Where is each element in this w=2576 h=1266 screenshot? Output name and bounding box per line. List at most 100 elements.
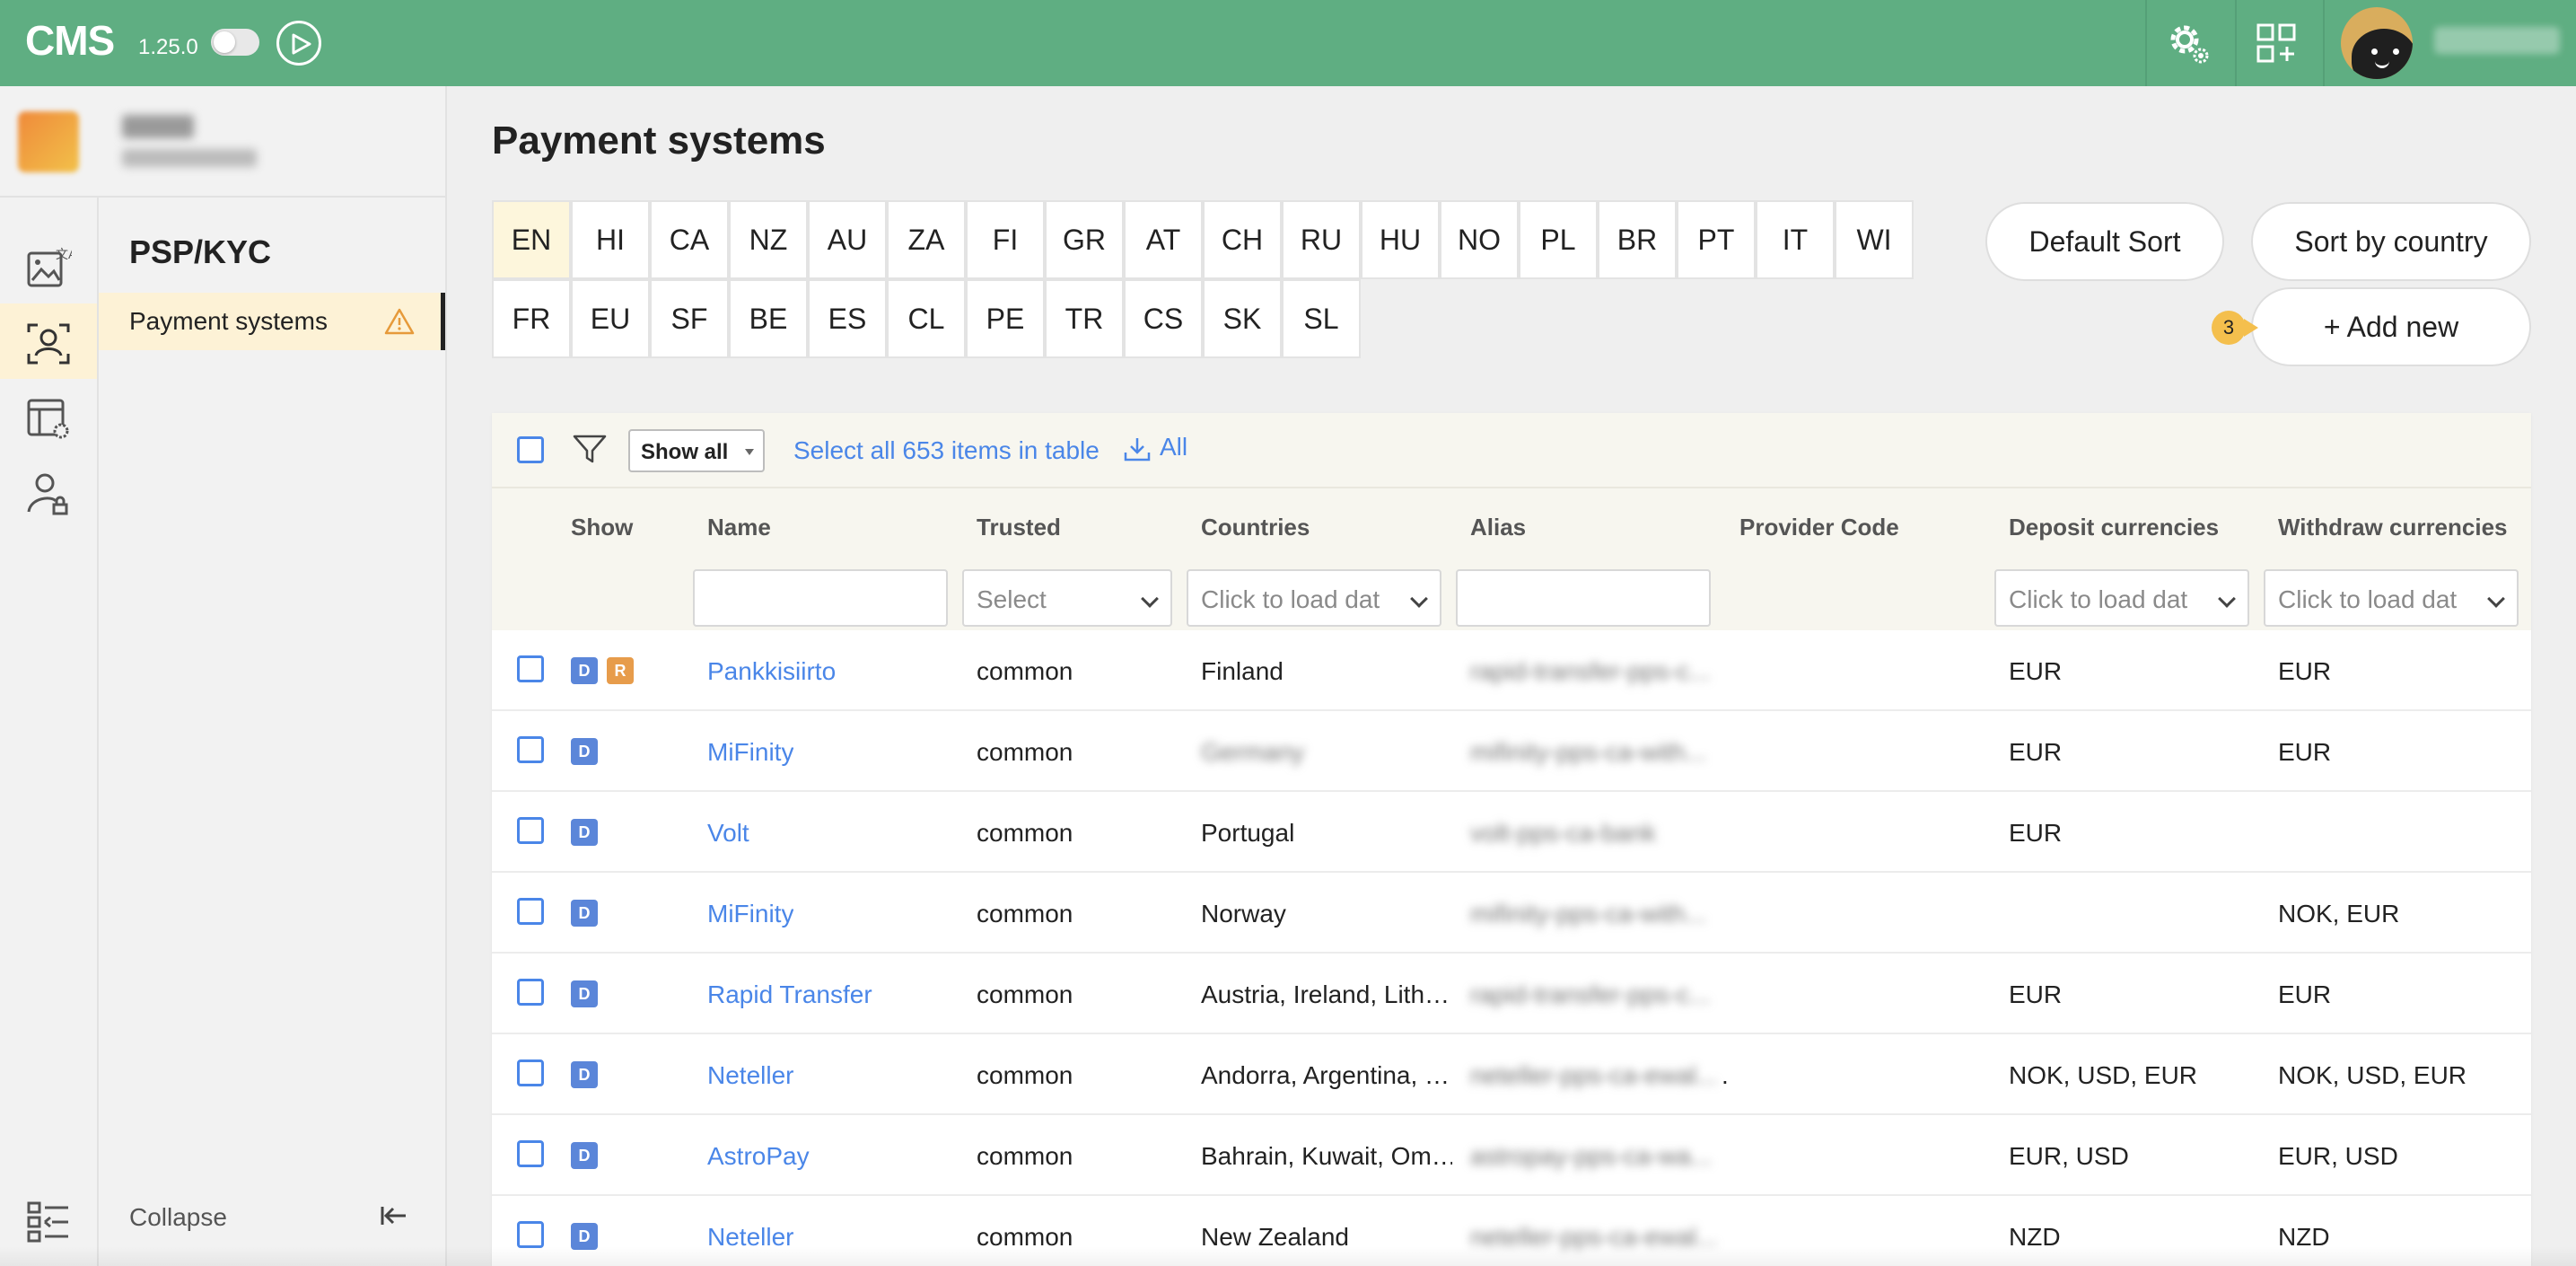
table-row[interactable]: D Rapid Transfer common Austria, Ireland, L… <box>492 954 2531 1034</box>
play-button[interactable] <box>276 21 321 66</box>
project-switcher[interactable] <box>0 86 447 198</box>
app-logo[interactable]: CMS <box>25 16 115 65</box>
language-tab-at[interactable]: AT <box>1124 200 1203 279</box>
column-header-provider-code[interactable]: Provider Code <box>1739 514 1899 541</box>
cell-name[interactable]: MiFinity <box>707 738 793 767</box>
cell-name[interactable]: Volt <box>707 819 749 848</box>
row-checkbox[interactable] <box>517 817 544 844</box>
language-tab-hu[interactable]: HU <box>1361 200 1440 279</box>
alias-filter-input[interactable] <box>1456 569 1711 627</box>
nav-item-payment-systems[interactable]: Payment systems <box>99 293 445 350</box>
column-header-show[interactable]: Show <box>571 514 633 541</box>
add-new-button[interactable]: + Add new <box>2251 287 2531 366</box>
rail-item-psp-kyc[interactable] <box>0 303 97 379</box>
language-tab-nz[interactable]: NZ <box>729 200 808 279</box>
table-row[interactable]: D Neteller common Andorra, Argentina, … nete… <box>492 1034 2531 1115</box>
row-checkbox[interactable] <box>517 655 544 682</box>
language-tab-gr[interactable]: GR <box>1045 200 1124 279</box>
cell-trusted: common <box>977 1142 1073 1170</box>
rail-item-content[interactable]: 文A <box>0 228 97 303</box>
settings-icon[interactable] <box>2165 20 2212 66</box>
row-checkbox[interactable] <box>517 979 544 1006</box>
language-tab-za[interactable]: ZA <box>887 200 966 279</box>
language-tab-sk[interactable]: SK <box>1203 279 1282 358</box>
row-checkbox[interactable] <box>517 736 544 763</box>
language-tab-br[interactable]: BR <box>1598 200 1677 279</box>
name-filter-input[interactable] <box>693 569 948 627</box>
column-header-withdraw[interactable]: Withdraw currencies <box>2278 514 2508 541</box>
default-sort-button[interactable]: Default Sort <box>1985 202 2224 281</box>
language-tab-sl[interactable]: SL <box>1282 279 1361 358</box>
language-tab-no[interactable]: NO <box>1440 200 1519 279</box>
column-header-name[interactable]: Name <box>707 514 771 541</box>
column-header-deposit[interactable]: Deposit currencies <box>2009 514 2219 541</box>
rail-item-users[interactable] <box>0 454 97 530</box>
cell-name[interactable]: Rapid Transfer <box>707 980 872 1009</box>
add-widget-icon[interactable] <box>2253 20 2300 66</box>
topbar-divider <box>2235 0 2237 86</box>
collapse-arrow-icon[interactable] <box>379 1201 411 1230</box>
language-tab-cs[interactable]: CS <box>1124 279 1203 358</box>
cell-alias: mifinity-pps-ca-with... <box>1470 738 1706 766</box>
download-all-link[interactable]: All <box>1122 433 1187 462</box>
language-tab-ca[interactable]: CA <box>650 200 729 279</box>
table-row[interactable]: D MiFinity common Germany mifinity-pps-ca-wi… <box>492 711 2531 792</box>
show-filter-select[interactable]: Show all <box>628 429 765 472</box>
play-icon <box>292 33 311 55</box>
row-checkbox[interactable] <box>517 1221 544 1248</box>
language-tab-pe[interactable]: PE <box>966 279 1045 358</box>
language-tab-tr[interactable]: TR <box>1045 279 1124 358</box>
row-checkbox[interactable] <box>517 898 544 925</box>
layout-settings-icon <box>27 399 69 439</box>
cell-countries: Bahrain, Kuwait, Om… <box>1201 1142 1452 1170</box>
select-all-link[interactable]: Select all 653 items in table <box>793 436 1100 465</box>
language-tab-eu[interactable]: EU <box>571 279 650 358</box>
row-checkbox[interactable] <box>517 1059 544 1086</box>
table-row[interactable]: D R Pankkisiirto common Finland rapid-transfe… <box>492 630 2531 711</box>
table-row[interactable]: D Volt common Portugal volt-pps-ca-bank EUR <box>492 792 2531 873</box>
language-tab-pt[interactable]: PT <box>1677 200 1756 279</box>
countries-filter-select[interactable]: Click to load dat <box>1187 569 1441 627</box>
cell-name[interactable]: MiFinity <box>707 900 793 928</box>
sort-by-country-button[interactable]: Sort by country <box>2251 202 2531 281</box>
table-row[interactable]: D MiFinity common Norway mifinity-pps-ca-wit… <box>492 873 2531 954</box>
mode-toggle[interactable] <box>211 29 259 56</box>
deposit-filter-select[interactable]: Click to load dat <box>1994 569 2249 627</box>
language-tab-hi[interactable]: HI <box>571 200 650 279</box>
language-tab-it[interactable]: IT <box>1756 200 1835 279</box>
row-checkbox[interactable] <box>517 1140 544 1167</box>
language-tab-sf[interactable]: SF <box>650 279 729 358</box>
column-header-trusted[interactable]: Trusted <box>977 514 1061 541</box>
language-tab-wi[interactable]: WI <box>1835 200 1914 279</box>
cell-deposit: EUR <box>2009 657 2063 685</box>
language-tab-pl[interactable]: PL <box>1519 200 1598 279</box>
avatar[interactable] <box>2341 7 2413 79</box>
language-tab-be[interactable]: BE <box>729 279 808 358</box>
language-tab-ch[interactable]: CH <box>1203 200 1282 279</box>
withdraw-filter-select[interactable]: Click to load dat <box>2264 569 2519 627</box>
trusted-filter-select[interactable]: Select <box>962 569 1172 627</box>
language-tab-fi[interactable]: FI <box>966 200 1045 279</box>
select-page-checkbox[interactable] <box>517 436 544 463</box>
column-header-countries[interactable]: Countries <box>1201 514 1310 541</box>
table-row[interactable]: D AstroPay common Bahrain, Kuwait, Om… astro… <box>492 1115 2531 1196</box>
rail-item-layout[interactable] <box>0 379 97 454</box>
language-tab-fr[interactable]: FR <box>492 279 571 358</box>
language-tab-es[interactable]: ES <box>808 279 887 358</box>
column-header-alias[interactable]: Alias <box>1470 514 1526 541</box>
language-tab-en[interactable]: EN <box>492 200 571 279</box>
language-tab-cl[interactable]: CL <box>887 279 966 358</box>
cell-name[interactable]: Neteller <box>707 1061 793 1090</box>
cell-name[interactable]: Pankkisiirto <box>707 657 836 686</box>
collapse-label[interactable]: Collapse <box>129 1203 227 1232</box>
image-translate-icon: 文A <box>27 247 72 287</box>
filter-icon[interactable] <box>571 431 609 467</box>
language-tab-au[interactable]: AU <box>808 200 887 279</box>
download-all-label: All <box>1160 433 1188 461</box>
username-blurred[interactable] <box>2434 27 2560 54</box>
status-tag: D <box>571 980 598 1007</box>
status-tag: D <box>571 738 598 765</box>
rail-item-menu[interactable] <box>0 1180 97 1255</box>
language-tab-ru[interactable]: RU <box>1282 200 1361 279</box>
cell-name[interactable]: AstroPay <box>707 1142 810 1171</box>
